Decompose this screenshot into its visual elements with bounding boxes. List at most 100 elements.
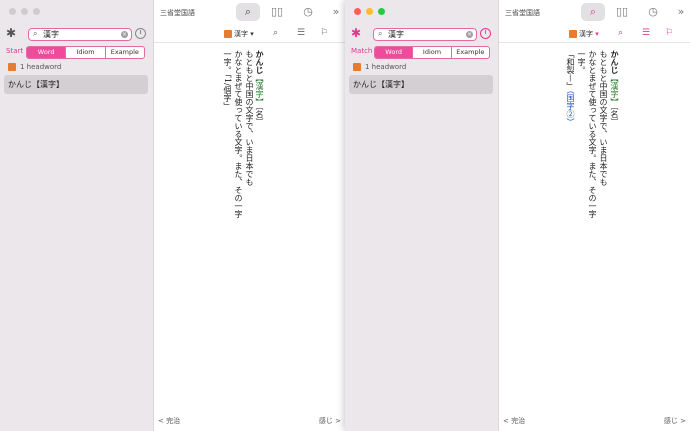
entry-kanji: 【漢字】 [255, 74, 264, 106]
toolbar: 三省堂国語 ⌕ ▯▯ ◷ » [154, 0, 345, 24]
dictionary-selector-label: 漢字 [234, 30, 248, 38]
search-input[interactable]: 漢字 [43, 29, 59, 40]
more-chevron-icon[interactable]: » [324, 3, 345, 21]
history-icon[interactable]: ◷ [641, 3, 665, 21]
entry-definition-line-1: もともと中国の文字で、いま日本でも [245, 50, 254, 186]
book-icon[interactable]: ▯▯ [610, 3, 634, 21]
entry-definition-line-1: もともと中国の文字で、いま日本でも [599, 50, 608, 186]
headword-count-label: 1 headword [365, 63, 407, 71]
match-mode-button[interactable]: Start [6, 47, 23, 55]
search-type-segmented-control: Word Idiom Example [374, 46, 490, 59]
next-entry-link[interactable]: 感じ > [664, 416, 686, 426]
search-icon: ⌕ [378, 29, 383, 38]
zoom-window-button[interactable] [33, 8, 40, 15]
sidebar: ✱ ⌕ 漢字 × Match Word Idiom Example 1 head… [345, 0, 499, 431]
dictionary-selector-label: 漢字 [579, 30, 593, 38]
entry-kanji: 【漢字】 [610, 74, 619, 106]
list-icon[interactable]: ☰ [642, 28, 650, 38]
tab-example[interactable]: Example [104, 47, 144, 58]
next-entry-link[interactable]: 感じ > [319, 416, 341, 426]
entry-extra-line-2: 「和製—」（国字②） [565, 50, 576, 126]
entry-extra-text: 「和製—」 [566, 50, 575, 90]
dictionary-title: 三省堂国語 [160, 9, 195, 17]
minimize-window-button[interactable] [21, 8, 28, 15]
match-mode-button[interactable]: Match [351, 47, 372, 55]
dictionary-selector[interactable]: 漢字 ▾ [569, 29, 599, 39]
previous-entry-link[interactable]: < 完治 [158, 416, 180, 426]
sidebar: ✱ ⌕ 漢字 × Start Word Idiom Example 1 head… [0, 0, 154, 431]
headword-count: 1 headword [353, 63, 406, 71]
find-in-entry-icon[interactable]: ⌕ [618, 28, 623, 38]
history-icon[interactable]: ◷ [296, 3, 320, 21]
history-clock-icon[interactable] [135, 28, 146, 39]
close-window-button[interactable] [354, 8, 361, 15]
search-field[interactable]: ⌕ 漢字 × [28, 28, 132, 41]
dictionary-title: 三省堂国語 [505, 9, 540, 17]
tab-example[interactable]: Example [450, 47, 489, 58]
entry-pane: 三省堂国語 ⌕ ▯▯ ◷ » 漢字 ▾ ⌕ ☰ ⚐ かんじ【漢字】〔名〕 もとも… [499, 0, 690, 431]
more-chevron-icon[interactable]: » [669, 3, 690, 21]
entry-definition-line-2: かなとまぜて使っている文字。また、その一字 [234, 50, 243, 218]
search-tab-button[interactable]: ⌕ [236, 3, 260, 21]
entry-pos: 〔名〕 [255, 106, 264, 126]
zoom-window-button[interactable] [378, 8, 385, 15]
search-row: ✱ ⌕ 漢字 × [6, 26, 148, 42]
entry-content: かんじ【漢字】〔名〕 もともと中国の文字で、いま日本でも かなとまぜて使っている… [154, 50, 345, 410]
search-icon: ⌕ [33, 29, 38, 38]
chevron-down-icon: ▾ [595, 30, 599, 38]
window-controls [9, 8, 40, 15]
tab-idiom[interactable]: Idiom [65, 47, 104, 58]
clear-search-icon[interactable]: × [466, 31, 473, 38]
footer-nav: < 完治 感じ > [154, 414, 345, 428]
entry-pane: 三省堂国語 ⌕ ▯▯ ◷ » 漢字 ▾ ⌕ ☰ ⚐ かんじ【漢字】〔名〕 もとも… [154, 0, 345, 431]
tab-word[interactable]: Word [375, 47, 413, 58]
search-type-segmented-control: Word Idiom Example [26, 46, 145, 59]
entry-headword: かんじ [610, 50, 619, 74]
dictionary-selector[interactable]: 漢字 ▾ [224, 29, 254, 39]
dictionary-icon [353, 63, 361, 71]
entry-extra-line: 一字。「1/個字」 [223, 50, 232, 110]
headword-count-label: 1 headword [20, 63, 62, 71]
search-mode-row: Match Word Idiom Example [351, 46, 493, 59]
dictionary-icon [569, 30, 577, 38]
entry-headword: かんじ [255, 50, 264, 74]
cross-reference-link[interactable]: （国字②） [566, 90, 575, 126]
result-list-item[interactable]: かんじ【漢字】 [349, 75, 493, 94]
history-clock-icon[interactable] [480, 28, 491, 39]
minimize-window-button[interactable] [366, 8, 373, 15]
entry-headline: かんじ【漢字】〔名〕 [254, 50, 265, 126]
search-row: ✱ ⌕ 漢字 × [351, 26, 493, 42]
toolbar: 三省堂国語 ⌕ ▯▯ ◷ » [499, 0, 690, 24]
search-tab-button[interactable]: ⌕ [581, 3, 605, 21]
book-icon[interactable]: ▯▯ [265, 3, 289, 21]
search-mode-row: Start Word Idiom Example [6, 46, 148, 59]
result-list-item[interactable]: かんじ【漢字】 [4, 75, 148, 94]
dictionary-icon [224, 30, 232, 38]
star-icon[interactable]: ✱ [351, 26, 361, 40]
entry-toolbar: 漢字 ▾ ⌕ ☰ ⚐ [154, 26, 345, 43]
tab-word[interactable]: Word [27, 47, 66, 58]
close-window-button[interactable] [9, 8, 16, 15]
window-controls [354, 8, 385, 15]
clear-search-icon[interactable]: × [121, 31, 128, 38]
previous-entry-link[interactable]: < 完治 [503, 416, 525, 426]
search-input[interactable]: 漢字 [388, 29, 404, 40]
entry-pos: 〔名〕 [610, 106, 619, 126]
dictionary-icon [8, 63, 16, 71]
dictionary-window-right: ✱ ⌕ 漢字 × Match Word Idiom Example 1 head… [345, 0, 690, 431]
find-in-entry-icon[interactable]: ⌕ [273, 28, 278, 38]
entry-toolbar: 漢字 ▾ ⌕ ☰ ⚐ [499, 26, 690, 43]
entry-content: かんじ【漢字】〔名〕 もともと中国の文字で、いま日本でも かなとまぜて使っている… [499, 50, 690, 410]
tab-idiom[interactable]: Idiom [412, 47, 450, 58]
dictionary-window-left: ✱ ⌕ 漢字 × Start Word Idiom Example 1 head… [0, 0, 345, 431]
entry-definition-line-2: かなとまぜて使っている文字。また、その一字 [588, 50, 597, 218]
bookmark-icon[interactable]: ⚐ [320, 28, 328, 38]
footer-nav: < 完治 感じ > [499, 414, 690, 428]
search-field[interactable]: ⌕ 漢字 × [373, 28, 477, 41]
headword-count: 1 headword [8, 63, 61, 71]
bookmark-icon[interactable]: ⚐ [665, 28, 673, 38]
star-icon[interactable]: ✱ [6, 26, 16, 40]
entry-extra-line-1: 一字。 [577, 50, 586, 74]
list-icon[interactable]: ☰ [297, 28, 305, 38]
entry-headline: かんじ【漢字】〔名〕 [609, 50, 620, 126]
